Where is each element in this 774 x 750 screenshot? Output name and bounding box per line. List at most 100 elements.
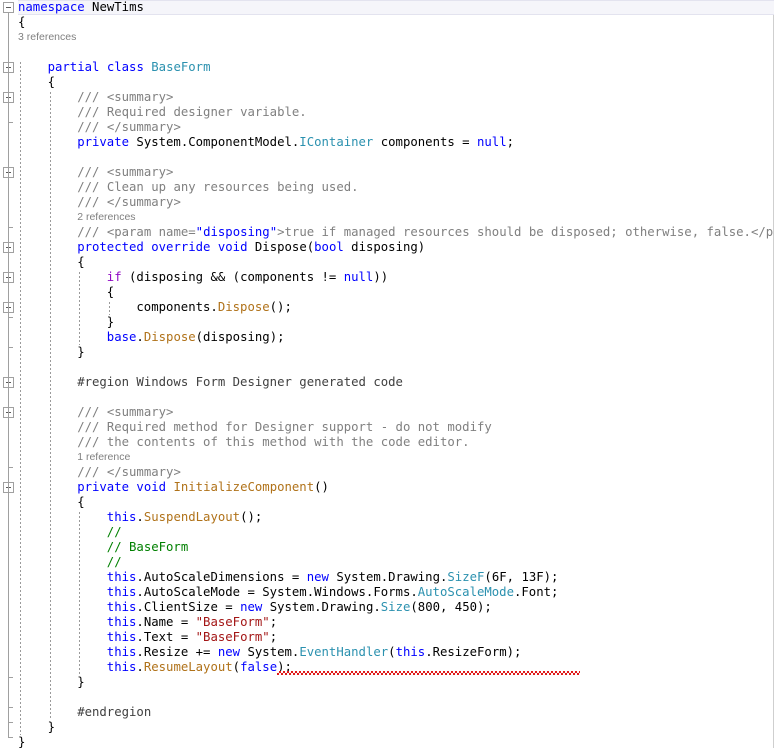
code-line[interactable]: { [18,15,25,30]
code-line[interactable]: base.Dispose(disposing); [107,330,285,345]
code-line[interactable]: this.ClientSize = new System.Drawing.Siz… [107,600,492,615]
code-token: </summary> [106,120,181,134]
code-line[interactable]: this.ResumeLayout(false); [107,660,292,675]
code-token: BaseForm [151,60,211,74]
code-token: false [240,660,278,674]
code-line[interactable]: } [77,345,84,360]
code-token: <summary> [106,405,174,419]
code-line[interactable]: /// <summary> [77,405,173,420]
code-line[interactable]: /// Required designer variable. [77,105,307,120]
code-line[interactable]: } [107,315,114,330]
code-token: ; [506,135,515,149]
code-token: System.Drawing. [262,600,381,614]
code-token: Size [380,600,411,614]
code-token: void [217,240,248,254]
code-token: { [18,15,26,29]
code-line[interactable]: protected override void Dispose(bool dis… [77,240,425,255]
code-token: { [77,495,85,509]
code-token: <param [106,225,159,239]
code-token: #endregion [77,705,152,719]
code-line[interactable]: /// </summary> [77,120,181,135]
codelens-reference-count[interactable]: 1 reference [77,450,130,465]
fold-region-end-tick [8,707,13,708]
code-line[interactable]: #endregion [77,705,151,720]
code-line[interactable]: { [77,255,84,270]
code-token: ( [388,645,396,659]
code-line[interactable]: #region Windows Form Designer generated … [77,375,403,390]
code-token: Required method for Designer support - d… [106,420,492,434]
code-token: { [106,285,115,299]
code-line[interactable]: namespace NewTims [18,0,144,15]
code-token: { [77,255,85,269]
code-text-layer[interactable]: namespace NewTims{3 references partial cl… [0,0,774,749]
fold-region-end-tick [8,122,13,123]
code-token: Dispose( [247,240,315,254]
code-line[interactable]: private System.ComponentModel.IContainer… [77,135,514,150]
code-line[interactable]: private void InitializeComponent() [77,480,329,495]
code-line[interactable]: components.Dispose(); [136,300,291,315]
code-token: /// [77,225,107,239]
code-line[interactable]: if (disposing && (components != null)) [107,270,388,285]
code-line[interactable]: this.SuspendLayout(); [107,510,263,525]
code-token: void [136,480,167,494]
code-line[interactable]: /// <summary> [77,165,173,180]
code-line[interactable]: // [107,525,122,540]
code-line[interactable]: /// <param name="disposing">true if mana… [77,225,774,240]
code-token: } [106,315,115,329]
code-token: this [106,585,137,599]
code-token: Dispose [143,330,196,344]
code-token: // BaseForm [106,540,189,554]
code-line[interactable]: this.Resize += new System.EventHandler(t… [107,645,522,660]
code-token: true if managed resources should be disp… [284,225,751,239]
fold-region-end-tick [8,737,13,738]
code-line[interactable]: /// the contents of this method with the… [77,435,469,450]
fold-region-end-tick [8,677,13,678]
code-line[interactable]: } [77,675,84,690]
code-line[interactable]: /// </summary> [77,195,181,210]
code-line[interactable]: /// Required method for Designer support… [77,420,492,435]
code-line[interactable]: /// <summary> [77,90,173,105]
code-line[interactable]: } [48,720,55,735]
code-token: this [106,615,137,629]
code-line[interactable]: { [48,75,55,90]
code-token: (disposing); [195,330,285,344]
code-line[interactable]: partial class BaseForm [48,60,211,75]
code-token: override [151,240,211,254]
code-token: protected [77,240,144,254]
code-token: .Text = [136,630,196,644]
outlining-gutter[interactable] [0,0,18,748]
code-token: new [217,645,241,659]
code-token: this [106,645,137,659]
code-line[interactable]: this.AutoScaleDimensions = new System.Dr… [107,570,559,585]
code-line[interactable]: // BaseForm [107,540,188,555]
code-line[interactable]: this.Name = "BaseForm"; [107,615,277,630]
code-line[interactable]: { [107,285,114,300]
code-line[interactable]: /// </summary> [77,465,181,480]
code-token: #region Windows Form Designer generated … [77,375,403,389]
code-token: this [106,510,137,524]
code-token: bool [314,240,344,254]
code-line[interactable]: this.AutoScaleMode = System.Windows.Form… [107,585,559,600]
code-token: .AutoScaleMode = System.Windows.Forms. [136,585,418,599]
code-token: components. [136,300,218,314]
code-token: /// [77,195,107,209]
code-token: /// [77,105,107,119]
code-line[interactable]: this.Text = "BaseForm"; [107,630,277,645]
code-token: /// [77,180,107,194]
code-line[interactable]: // [107,555,122,570]
code-editor[interactable]: namespace NewTims{3 references partial cl… [0,0,774,749]
code-token: /// [77,165,107,179]
codelens-reference-count[interactable]: 3 references [18,30,76,45]
code-line[interactable]: { [77,495,84,510]
code-token: /// [77,465,107,479]
code-token: Dispose [217,300,270,314]
fold-toggle-icon[interactable] [3,2,14,13]
fold-region-end-tick [8,347,13,348]
code-token: ; [269,615,278,629]
code-token: SizeF [447,570,485,584]
code-token: } [18,735,26,749]
codelens-reference-count[interactable]: 2 references [77,210,135,225]
code-line[interactable]: /// Clean up any resources being used. [77,180,358,195]
